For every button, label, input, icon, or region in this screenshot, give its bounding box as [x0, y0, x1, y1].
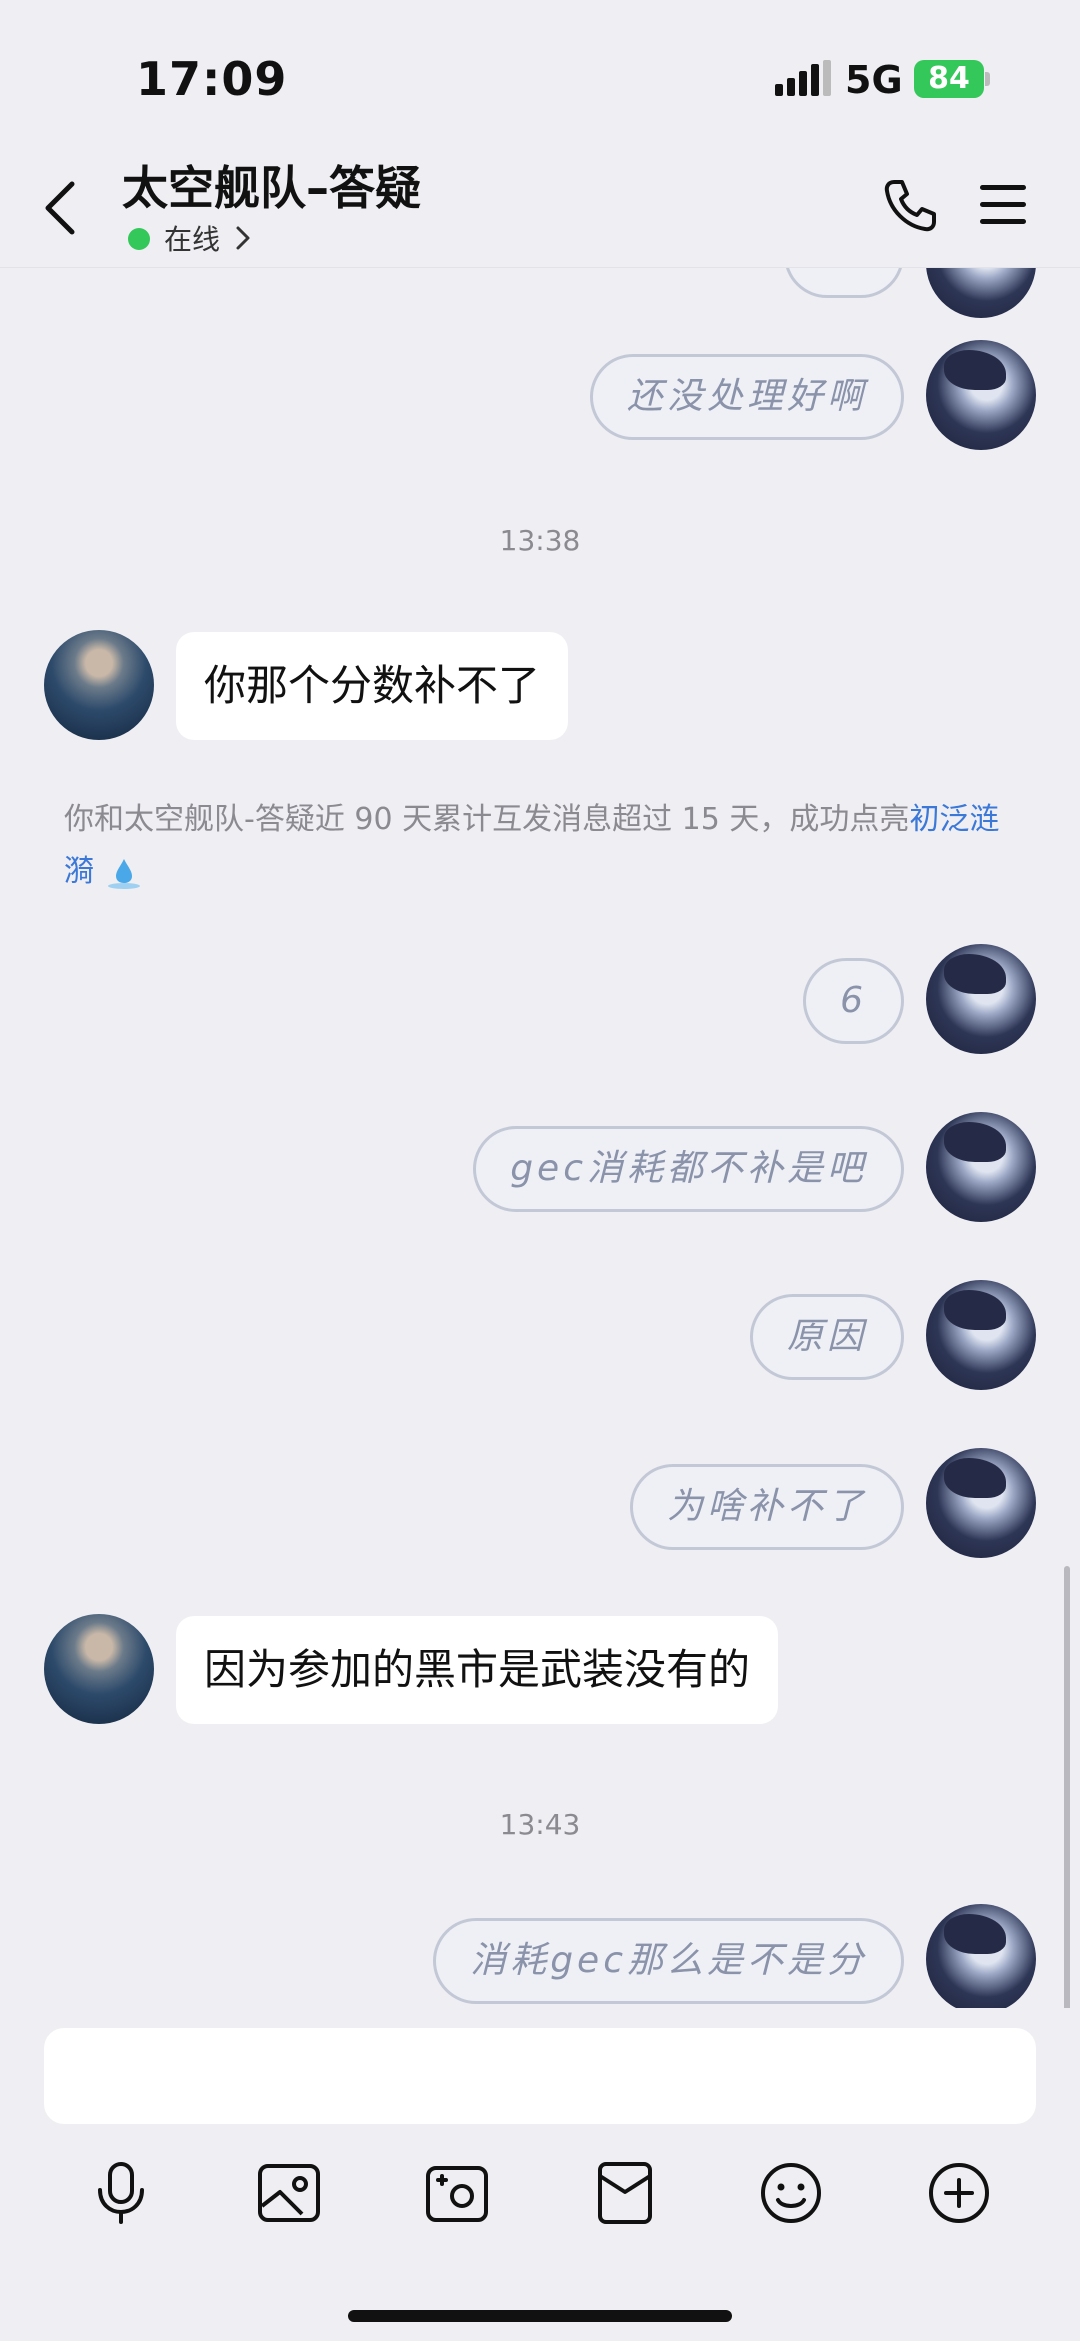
my-avatar[interactable]	[926, 944, 1036, 1054]
message-input[interactable]	[44, 2028, 1036, 2124]
my-avatar[interactable]	[926, 1448, 1036, 1558]
plus-icon[interactable]	[924, 2158, 994, 2228]
battery-icon: 84	[914, 60, 984, 98]
chevron-right-icon[interactable]	[232, 222, 254, 254]
microphone-icon[interactable]	[86, 2158, 156, 2228]
online-status-label[interactable]: 在线	[164, 218, 220, 258]
my-avatar[interactable]	[926, 1904, 1036, 2008]
scrollbar[interactable]	[1064, 1566, 1070, 2008]
input-area	[0, 2008, 1080, 2341]
signal-icon	[775, 60, 831, 96]
my-avatar[interactable]	[926, 340, 1036, 450]
contact-avatar[interactable]	[44, 630, 154, 740]
my-avatar[interactable]	[926, 1112, 1036, 1222]
network-label: 5G	[845, 58, 903, 102]
back-arrow-icon[interactable]	[38, 178, 82, 238]
emoji-icon[interactable]	[756, 2158, 826, 2228]
menu-icon[interactable]	[978, 182, 1028, 228]
message-bubble-outgoing[interactable]: 还没处理好啊	[589, 354, 904, 440]
message-bubble-outgoing[interactable]: 为啥补不了	[629, 1464, 904, 1550]
home-indicator[interactable]	[348, 2310, 732, 2322]
battery-level: 84	[928, 61, 970, 96]
chat-header: 太空舰队–答疑 在线	[0, 150, 1080, 268]
status-bar: 17:09 5G 84	[0, 0, 1080, 150]
chat-message-list[interactable]: 还没处理好啊 13:38 你那个分数补不了 你和太空舰队-答疑近 90 天累计互…	[0, 268, 1080, 2008]
my-avatar[interactable]	[926, 1280, 1036, 1390]
message-bubble-outgoing[interactable]: gec消耗都不补是吧	[473, 1126, 904, 1212]
system-notice: 你和太空舰队-答疑近 90 天累计互发消息超过 15 天，成功点亮初泛涟漪	[64, 794, 1024, 898]
system-notice-text: 你和太空舰队-答疑近 90 天累计互发消息超过 15 天，成功点亮	[64, 802, 910, 837]
message-bubble-outgoing[interactable]: 消耗gec那么是不是分	[433, 1918, 904, 2004]
online-status-dot	[128, 228, 150, 250]
water-drop-icon	[107, 858, 140, 889]
message-bubble-incoming[interactable]: 因为参加的黑市是武装没有的	[176, 1616, 779, 1724]
message-timestamp: 13:43	[499, 1808, 581, 1841]
message-bubble-outgoing[interactable]: 原因	[749, 1294, 904, 1380]
camera-icon[interactable]	[422, 2158, 492, 2228]
my-avatar[interactable]	[926, 268, 1036, 318]
red-packet-icon[interactable]	[590, 2158, 660, 2228]
chat-title[interactable]: 太空舰队–答疑	[122, 152, 421, 218]
image-icon[interactable]	[254, 2158, 324, 2228]
phone-call-icon[interactable]	[880, 176, 940, 236]
contact-avatar[interactable]	[44, 1614, 154, 1724]
message-bubble-partial	[784, 268, 904, 298]
message-bubble-incoming[interactable]: 你那个分数补不了	[176, 632, 569, 740]
message-bubble-outgoing[interactable]: 6	[803, 958, 904, 1044]
status-time: 17:09	[136, 52, 288, 106]
message-timestamp: 13:38	[499, 524, 581, 557]
battery-tip	[985, 72, 990, 86]
